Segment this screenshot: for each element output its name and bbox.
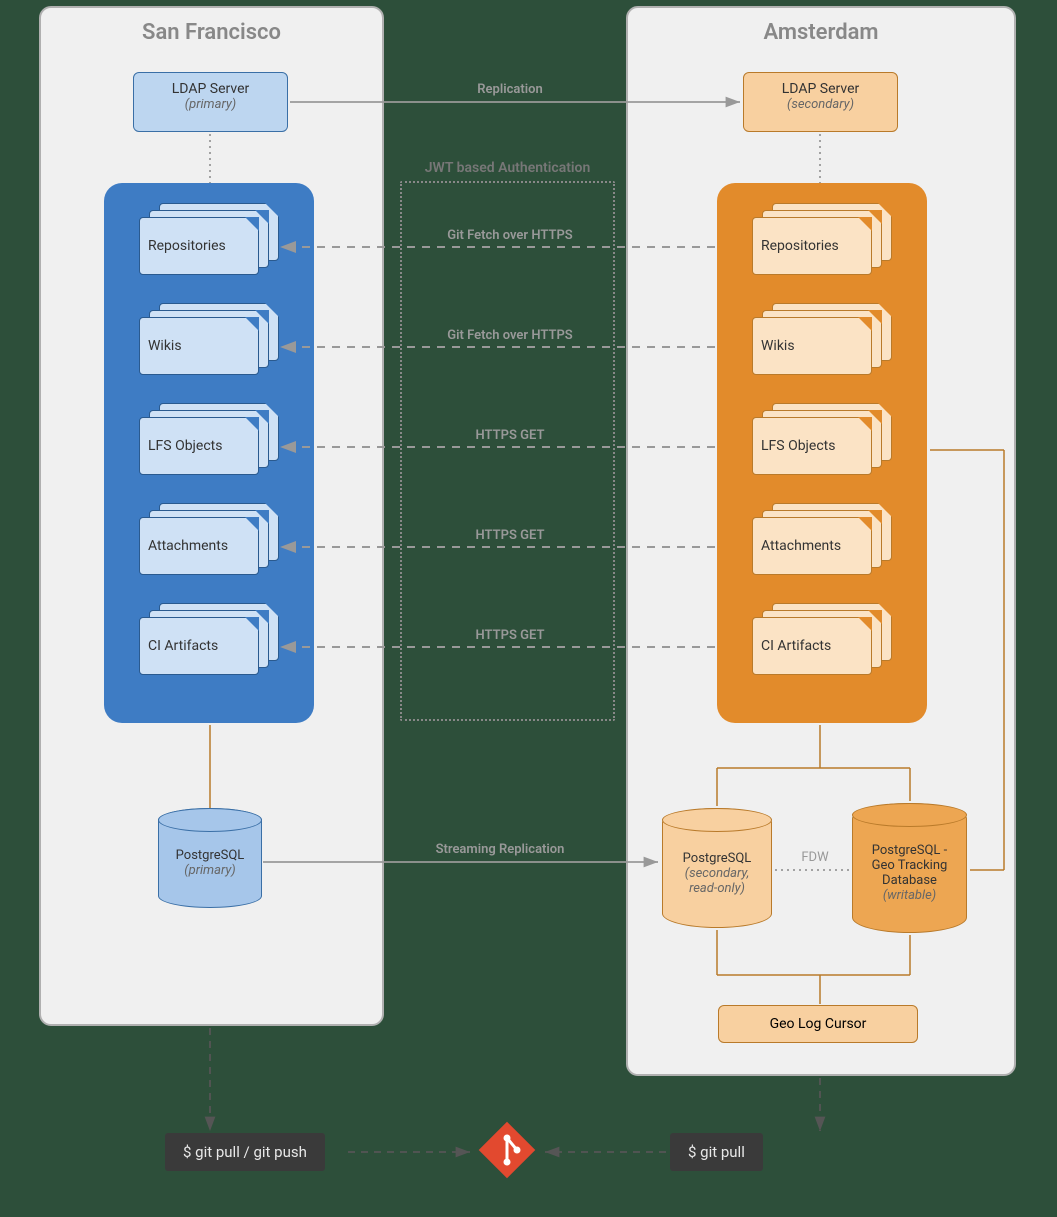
ldap-secondary: LDAP Server (secondary) (743, 72, 898, 132)
services-am: Repositories Wikis LFS Objects Attachmen… (717, 183, 927, 723)
doc-ci-am: CI Artifacts (752, 603, 892, 675)
services-sf: Repositories Wikis LFS Objects Attachmen… (104, 183, 314, 723)
cmd-pull-push: $ git pull / git push (165, 1133, 325, 1171)
ldap-primary-sub: (primary) (134, 97, 287, 112)
label-streaming: Streaming Replication (400, 842, 600, 857)
jwt-auth-box (400, 181, 615, 721)
doc-attachments-sf: Attachments (139, 503, 279, 575)
db-primary: PostgreSQL (primary) (158, 808, 262, 912)
doc-wikis-am: Wikis (752, 303, 892, 375)
doc-repositories-am: Repositories (752, 203, 892, 275)
doc-lfs-sf: LFS Objects (139, 403, 279, 475)
label-replication: Replication (430, 82, 590, 97)
doc-wikis-sf: Wikis (139, 303, 279, 375)
ldap-secondary-title: LDAP Server (744, 81, 897, 97)
jwt-label: JWT based Authentication (400, 160, 615, 176)
db-geo: PostgreSQL - Geo Tracking Database (writ… (852, 803, 967, 937)
doc-repositories-sf: Repositories (139, 203, 279, 275)
cmd-pull: $ git pull (670, 1133, 763, 1171)
region-title-am: Amsterdam (628, 8, 1014, 45)
ldap-primary-title: LDAP Server (134, 81, 287, 97)
git-icon (475, 1118, 539, 1182)
geo-log-cursor: Geo Log Cursor (718, 1005, 918, 1043)
ldap-secondary-sub: (secondary) (744, 97, 897, 112)
doc-ci-sf: CI Artifacts (139, 603, 279, 675)
region-title-sf: San Francisco (41, 8, 382, 45)
doc-attachments-am: Attachments (752, 503, 892, 575)
doc-lfs-am: LFS Objects (752, 403, 892, 475)
ldap-primary: LDAP Server (primary) (133, 72, 288, 132)
db-secondary: PostgreSQL (secondary, read-only) (662, 808, 772, 932)
